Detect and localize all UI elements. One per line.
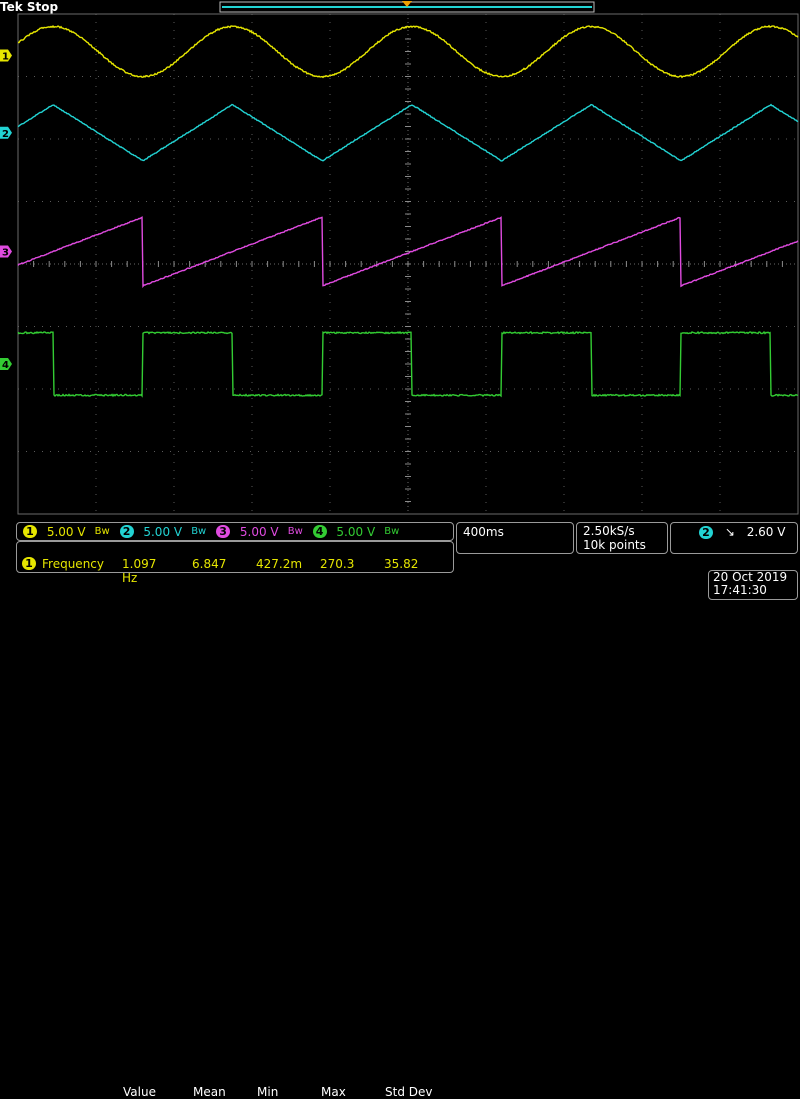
ch4-volts: 5.00 V	[336, 525, 376, 539]
meas-header-value: Value	[123, 1085, 156, 1099]
trigger-panel[interactable]: 2 ↘ 2.60 V	[670, 522, 798, 554]
record-length: 10k points	[583, 538, 661, 552]
ch3-badge: 3	[216, 525, 230, 538]
meas-name: Frequency	[42, 557, 104, 571]
ch1-bandwidth-icon: Bw	[95, 526, 110, 537]
ch2-ground-marker[interactable]: 2	[0, 127, 12, 140]
sample-rate: 2.50kS/s	[583, 524, 661, 538]
falling-edge-icon: ↘	[725, 525, 735, 539]
oscilloscope-screen: 1 2 3 4	[0, 0, 800, 600]
channel-markers: 1 2 3 4	[0, 50, 12, 372]
record-overview-bar	[220, 1, 594, 12]
ch1-marker-label: 1	[2, 52, 9, 63]
meas-min: 427.2m	[256, 557, 302, 571]
meas-header-stddev: Std Dev	[385, 1085, 432, 1099]
timebase-value: 400ms	[463, 525, 504, 539]
channel-scale-panel[interactable]: 1 5.00 V Bw 2 5.00 V Bw 3 5.00 V Bw 4 5.…	[16, 522, 454, 541]
trace-ch2	[18, 105, 798, 161]
ch3-scale[interactable]: 3 5.00 V Bw	[216, 524, 313, 538]
ch2-volts: 5.00 V	[143, 525, 183, 539]
ch2-badge: 2	[120, 525, 134, 538]
time-label: 17:41:30	[713, 584, 793, 597]
brand-label: Tek	[0, 0, 23, 14]
ch1-scale[interactable]: 1 5.00 V Bw	[23, 524, 120, 538]
meas-max: 270.3	[320, 557, 354, 571]
ch2-bandwidth-icon: Bw	[191, 526, 206, 537]
trigger-level: 2.60 V	[747, 525, 786, 539]
ch4-badge: 4	[313, 525, 327, 538]
ch3-ground-marker[interactable]: 3	[0, 246, 12, 259]
ch4-marker-label: 4	[2, 360, 9, 371]
ch2-marker-label: 2	[2, 129, 9, 140]
acquisition-panel[interactable]: 2.50kS/s 10k points	[576, 522, 668, 554]
meas-channel-badge: 1	[22, 557, 36, 570]
ch3-marker-label: 3	[2, 248, 9, 259]
meas-stddev: 35.82	[384, 557, 418, 571]
acquisition-state: Stop	[27, 0, 58, 14]
ch4-bandwidth-icon: Bw	[384, 526, 399, 537]
ch1-ground-marker[interactable]: 1	[0, 50, 12, 63]
ch2-scale[interactable]: 2 5.00 V Bw	[120, 524, 217, 538]
datetime-panel: 20 Oct 2019 17:41:30	[708, 570, 798, 600]
ch4-ground-marker[interactable]: 4	[0, 358, 12, 371]
ch1-volts: 5.00 V	[47, 525, 87, 539]
trigger-source-badge: 2	[699, 526, 713, 539]
meas-header-min: Min	[257, 1085, 278, 1099]
timebase-panel[interactable]: 400ms	[456, 522, 574, 554]
ch3-bandwidth-icon: Bw	[288, 526, 303, 537]
status-header: Tek Stop	[0, 0, 58, 14]
ch1-badge: 1	[23, 525, 37, 538]
meas-mean: 6.847	[192, 557, 226, 571]
ch3-volts: 5.00 V	[240, 525, 280, 539]
meas-header-mean: Mean	[193, 1085, 226, 1099]
ch4-scale[interactable]: 4 5.00 V Bw	[313, 524, 406, 538]
meas-header-max: Max	[321, 1085, 346, 1099]
meas-value: 1.097 Hz	[122, 557, 156, 585]
